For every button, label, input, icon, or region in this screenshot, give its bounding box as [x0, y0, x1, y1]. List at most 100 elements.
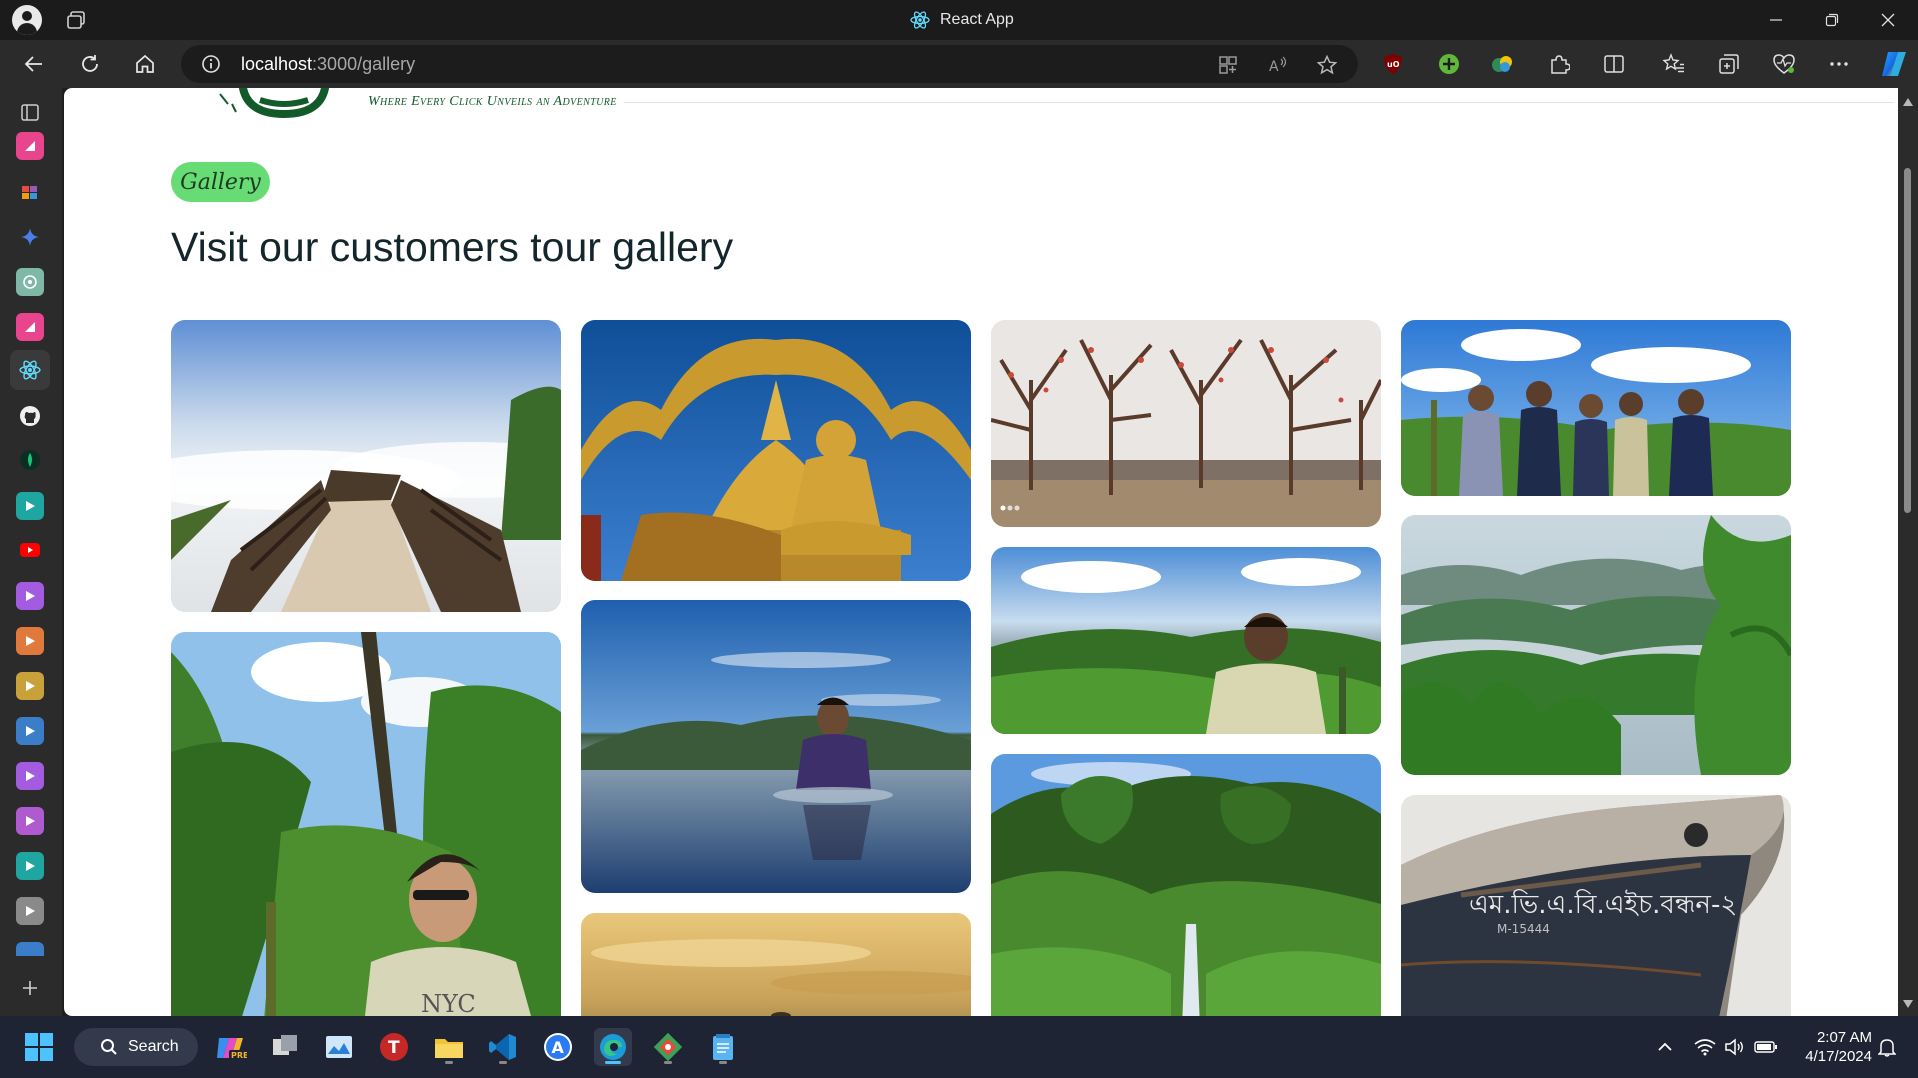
sidebar-pink-app-icon[interactable] — [16, 132, 44, 160]
back-button[interactable] — [18, 48, 50, 80]
sidebar-github-icon[interactable] — [16, 402, 44, 430]
gallery-photo-tree-garden[interactable] — [991, 320, 1381, 527]
green-plus-extension-icon[interactable] — [1436, 51, 1462, 77]
running-indicator — [664, 1061, 672, 1064]
gallery-photo-man-in-river[interactable] — [581, 600, 971, 893]
svg-text:A: A — [552, 1038, 565, 1057]
favorite-star-icon[interactable] — [1316, 54, 1338, 76]
sidebar-add-icon[interactable] — [16, 974, 44, 1002]
sidebar-gold-play-icon[interactable] — [16, 672, 44, 700]
sidebar-chatgpt-icon[interactable] — [16, 268, 44, 296]
collections-icon[interactable] — [1716, 51, 1742, 77]
back-arrow-icon — [24, 56, 42, 72]
sidebar-sparkle-icon[interactable] — [16, 223, 44, 251]
active-indicator — [605, 1061, 621, 1064]
address-bar[interactable]: localhost:3000/gallery A — [181, 45, 1358, 83]
sidebar-magenta-play-icon[interactable] — [16, 807, 44, 835]
search-label: Search — [128, 1038, 179, 1055]
gallery-photo-waterfall[interactable] — [991, 754, 1381, 1016]
gallery-photo-man-overlooking-hills[interactable] — [991, 547, 1381, 734]
wifi-icon[interactable] — [1692, 1034, 1718, 1060]
extensions-puzzle-icon[interactable] — [1546, 51, 1572, 77]
gallery-badge: Gallery — [171, 162, 270, 202]
copilot-icon[interactable] — [1878, 48, 1910, 80]
taskbar-vscode-icon[interactable] — [484, 1028, 522, 1066]
svg-text:T: T — [388, 1038, 400, 1058]
sidebar-green-leaf-icon[interactable] — [16, 446, 44, 474]
sidebar-partial-play-icon[interactable] — [16, 942, 44, 956]
battery-icon[interactable] — [1753, 1034, 1779, 1060]
gallery-photo-misty-hills[interactable] — [1401, 515, 1791, 775]
windows-taskbar: Search PRE T A 2:07 AM 4/17/2024 — [0, 1016, 1918, 1078]
taskbar-app-store-icon[interactable]: A — [539, 1028, 577, 1066]
read-aloud-icon[interactable]: A — [1267, 54, 1289, 76]
minimize-button[interactable] — [1748, 0, 1804, 40]
scroll-thumb[interactable] — [1904, 168, 1911, 513]
clock-time: 2:07 AM — [1816, 1029, 1872, 1046]
home-button[interactable] — [129, 48, 161, 80]
sidebar-violet-play-icon[interactable] — [16, 762, 44, 790]
ublock-extension-icon[interactable]: uO — [1380, 51, 1406, 77]
tab-actions-icon[interactable] — [66, 10, 86, 30]
refresh-button[interactable] — [74, 48, 106, 80]
taskbar-notepad-icon[interactable] — [704, 1028, 742, 1066]
colorful-extension-icon[interactable] — [1490, 51, 1516, 77]
site-tagline: Where Every Click Unveils an Adventure — [368, 94, 617, 109]
taskbar-clock[interactable]: 2:07 AM 4/17/2024 — [1792, 1028, 1872, 1066]
svg-text:uO: uO — [1387, 60, 1400, 69]
refresh-icon — [82, 55, 98, 72]
windows-logo-icon — [25, 1033, 53, 1061]
url-path: :3000/gallery — [312, 54, 416, 74]
gallery-photo-viewpoint[interactable] — [171, 320, 561, 612]
gallery-photo-sunset[interactable] — [581, 913, 971, 1016]
close-button[interactable] — [1860, 0, 1916, 40]
gallery-photo-man-in-forest[interactable]: NYC — [171, 632, 561, 1016]
site-info-icon[interactable] — [201, 54, 221, 74]
app-available-icon[interactable] — [1217, 54, 1239, 76]
sidebar-purple-play-icon[interactable] — [16, 582, 44, 610]
gallery-photo-golden-temple[interactable] — [581, 320, 971, 581]
volume-icon[interactable] — [1722, 1034, 1748, 1060]
taskbar-copilot-pre-icon[interactable]: PRE — [212, 1028, 250, 1066]
sidebar-figma-like-icon[interactable] — [16, 178, 44, 206]
notifications-bell-icon[interactable] — [1874, 1034, 1900, 1060]
gallery-photo-group-of-friends[interactable] — [1401, 320, 1791, 496]
taskbar-red-t-icon[interactable]: T — [375, 1028, 413, 1066]
page-scrollbar[interactable] — [1898, 88, 1918, 1016]
taskbar-task-view-icon[interactable] — [266, 1028, 304, 1066]
restore-button[interactable] — [1804, 0, 1860, 40]
sidebar-blue-play-icon[interactable] — [16, 717, 44, 745]
browser-sidebar — [0, 88, 62, 1016]
url-text[interactable]: localhost:3000/gallery — [241, 54, 415, 75]
scroll-down-arrow-icon[interactable] — [1903, 1000, 1913, 1008]
taskbar-file-explorer-icon[interactable] — [430, 1028, 468, 1066]
sidebar-gray-play-icon[interactable] — [16, 897, 44, 925]
favorites-icon[interactable] — [1661, 51, 1687, 77]
site-logo-icon[interactable] — [174, 88, 384, 118]
split-screen-icon[interactable] — [1601, 51, 1627, 77]
sidebar-orange-play-icon[interactable] — [16, 627, 44, 655]
url-host: localhost — [241, 54, 313, 74]
scroll-up-arrow-icon[interactable] — [1903, 98, 1913, 106]
sidebar-tabs-icon[interactable] — [16, 98, 44, 126]
start-button[interactable] — [20, 1028, 58, 1066]
sidebar-youtube-icon[interactable] — [16, 536, 44, 564]
svg-text:PRE: PRE — [231, 1051, 247, 1060]
gallery-photo-rusty-ship[interactable]: এম.ভি.এ.বি.এইচ.বন্ধন-২ M-15444 — [1401, 795, 1791, 1016]
browser-essentials-icon[interactable] — [1771, 51, 1797, 77]
clock-date: 4/17/2024 — [1805, 1048, 1872, 1065]
taskbar-search[interactable]: Search — [74, 1028, 198, 1066]
more-options-icon[interactable] — [1826, 51, 1852, 77]
sidebar-react-icon[interactable] — [16, 356, 44, 384]
taskbar-edge-icon[interactable] — [594, 1028, 632, 1066]
sidebar-teal-play-2-icon[interactable] — [16, 852, 44, 880]
window-title-text: React App — [940, 11, 1014, 28]
profile-avatar-icon[interactable] — [12, 5, 42, 35]
svg-text:NYC: NYC — [421, 990, 476, 1016]
taskbar-photos-icon[interactable] — [320, 1028, 358, 1066]
show-hidden-icons-chevron-icon[interactable] — [1652, 1034, 1678, 1060]
sidebar-pink-app-2-icon[interactable] — [16, 313, 44, 341]
window-title: React App — [910, 10, 1014, 30]
taskbar-git-icon[interactable] — [649, 1028, 687, 1066]
sidebar-teal-play-icon[interactable] — [16, 492, 44, 520]
